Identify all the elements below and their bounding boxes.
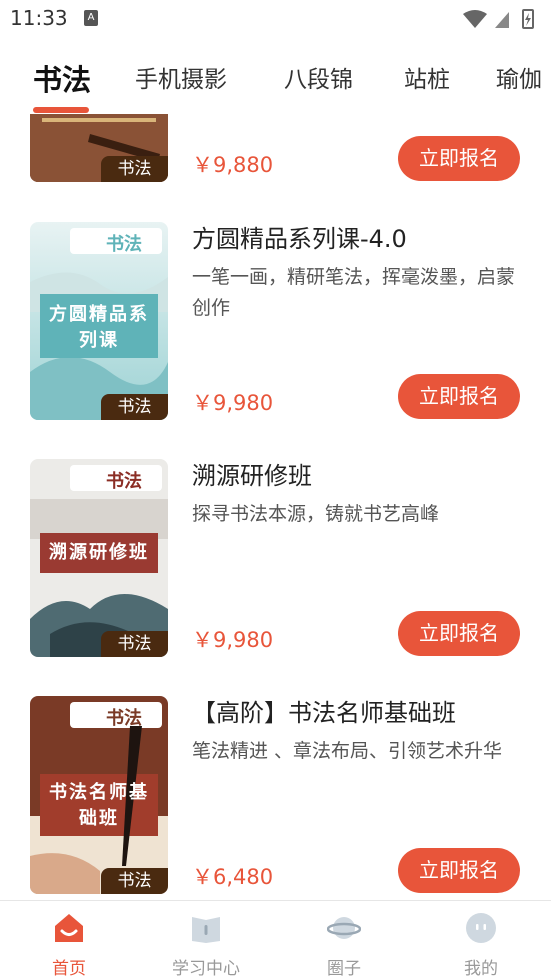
- planet-icon: [327, 917, 361, 939]
- tab-calligraphy[interactable]: 书法: [33, 58, 91, 106]
- tab-phone-photography[interactable]: 手机摄影: [135, 58, 227, 106]
- thumbnail-category: 书法: [106, 234, 142, 255]
- course-thumbnail[interactable]: 书法 书法名师基础班 书法: [30, 696, 168, 894]
- nav-label: 我的: [464, 959, 498, 979]
- nav-home[interactable]: 首页: [14, 901, 124, 979]
- thumbnail-category: 书法: [106, 708, 142, 729]
- tab-zhanzhuang[interactable]: 站桩: [404, 58, 450, 106]
- nav-learning-center[interactable]: 学习中心: [151, 901, 261, 979]
- book-icon: [192, 917, 220, 943]
- home-icon: [55, 914, 83, 942]
- list-item[interactable]: 书法 书法名师基础班 书法 【高阶】书法名师基础班 笔法精进 、章法布局、引领艺…: [0, 696, 551, 896]
- category-tabs: 书法 手机摄影 八段锦 站桩 瑜伽: [0, 58, 551, 114]
- list-item[interactable]: 书法 ￥9,880 立即报名: [0, 114, 551, 184]
- thumbnail-title: 书法名师基础班: [49, 782, 149, 829]
- thumbnail-tag: 书法: [101, 394, 168, 420]
- course-list[interactable]: 书法 ￥9,880 立即报名 书法 方圆精品系列课 书法 方圆精品系列课-4.0…: [0, 114, 551, 900]
- course-thumbnail[interactable]: 书法 溯源研修班 书法: [30, 459, 168, 657]
- status-time: 11:33: [10, 6, 68, 30]
- thumbnail-category: 书法: [106, 471, 142, 492]
- status-bar: 11:33 A: [0, 0, 551, 38]
- course-price: ￥9,980: [192, 628, 274, 652]
- tab-baduanjin[interactable]: 八段锦: [284, 58, 353, 106]
- nav-label: 首页: [52, 959, 86, 979]
- signup-button[interactable]: 立即报名: [398, 611, 520, 656]
- thumbnail-title: 溯源研修班: [49, 542, 149, 563]
- course-title[interactable]: 溯源研修班: [192, 459, 512, 493]
- tab-yoga[interactable]: 瑜伽: [496, 58, 542, 106]
- thumbnail-tag: 书法: [101, 868, 168, 894]
- thumbnail-title: 方圆精品系列课: [49, 304, 149, 351]
- course-description: 探寻书法本源，铸就书艺高峰: [192, 503, 440, 525]
- bottom-navigation: 首页 学习中心 圈子 我的: [0, 900, 551, 979]
- signup-button[interactable]: 立即报名: [398, 136, 520, 181]
- course-price: ￥6,480: [192, 865, 274, 889]
- list-item[interactable]: 书法 溯源研修班 书法 溯源研修班 探寻书法本源，铸就书艺高峰 ￥9,980 立…: [0, 459, 551, 659]
- thumbnail-tag: 书法: [101, 156, 168, 182]
- thumbnail-tag: 书法: [101, 631, 168, 657]
- nav-label: 圈子: [327, 959, 361, 979]
- course-description: 笔法精进 、章法布局、引领艺术升华: [192, 740, 503, 762]
- course-description: 一笔一画，精研笔法，挥毫泼墨，启蒙创作: [192, 266, 516, 319]
- signup-button[interactable]: 立即报名: [398, 848, 520, 893]
- signup-button[interactable]: 立即报名: [398, 374, 520, 419]
- nav-profile[interactable]: 我的: [426, 901, 536, 979]
- course-title[interactable]: 【高阶】书法名师基础班: [192, 696, 512, 730]
- list-item[interactable]: 书法 方圆精品系列课 书法 方圆精品系列课-4.0 一笔一画，精研笔法，挥毫泼墨…: [0, 222, 551, 422]
- signal-battery-icon: [463, 9, 534, 29]
- profile-icon: [466, 913, 496, 943]
- course-title[interactable]: 方圆精品系列课-4.0: [192, 222, 512, 256]
- course-thumbnail[interactable]: 书法: [30, 114, 168, 182]
- course-price: ￥9,980: [192, 391, 274, 415]
- nav-circle[interactable]: 圈子: [289, 901, 399, 979]
- tab-indicator: [33, 107, 89, 113]
- notification-icon: A: [84, 10, 98, 26]
- nav-label: 学习中心: [172, 959, 240, 979]
- course-thumbnail[interactable]: 书法 方圆精品系列课 书法: [30, 222, 168, 420]
- course-price: ￥9,880: [192, 153, 274, 177]
